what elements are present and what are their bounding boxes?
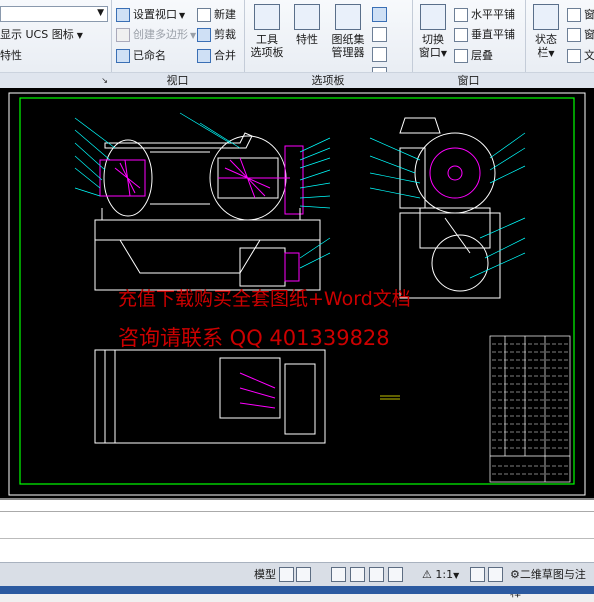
window-right-button-2[interactable]: 窗	[567, 26, 594, 44]
panel-title-status	[525, 72, 594, 88]
set-viewport-button[interactable]: 设置视口 ▼	[116, 6, 185, 24]
text-window-button[interactable]: 文	[567, 47, 594, 65]
leader-lines	[74, 112, 331, 269]
clip-icon	[197, 28, 211, 42]
title-block-rows	[492, 343, 568, 475]
polygon-icon	[116, 28, 130, 42]
fan-detail	[114, 157, 271, 199]
switch-window-button[interactable]: 切换 窗口▼	[416, 4, 450, 60]
annotation-visibility-icon[interactable]	[470, 567, 485, 582]
new-icon	[197, 8, 211, 22]
panel-title-window: 窗口	[412, 72, 525, 88]
markup-icon[interactable]	[372, 27, 387, 42]
showmotion-icon[interactable]	[388, 567, 403, 582]
workspace-switch[interactable]: ⚙二维草图与注释	[510, 566, 594, 599]
sheet-set-icon	[335, 4, 361, 30]
steering-wheel-icon[interactable]	[369, 567, 384, 582]
new-viewport-button[interactable]: 新建	[197, 6, 236, 24]
drawing-canvas[interactable]: 充值下载购买全套图纸+Word文档 咨询请联系 QQ 401339828	[0, 88, 594, 498]
tile-horizontal-icon	[454, 8, 468, 22]
cascade-button[interactable]: 层叠	[454, 47, 493, 65]
tile-vertical-button[interactable]: 垂直平铺	[454, 26, 515, 44]
properties-palette-button[interactable]: 特性	[290, 4, 324, 46]
text-window-icon	[567, 49, 581, 63]
tool-palettes-button[interactable]: 工具 选项板	[248, 4, 286, 59]
tile-horizontal-button[interactable]: 水平平铺	[454, 6, 515, 24]
cascade-icon	[454, 49, 468, 63]
chevron-down-icon: ▼	[179, 11, 186, 20]
pan-icon[interactable]	[331, 567, 346, 582]
named-viewports-button[interactable]: 已命名	[116, 47, 166, 65]
window-icon	[567, 8, 581, 22]
watermark-line-1: 充值下载购买全套图纸+Word文档	[118, 288, 411, 310]
side-view-leaders	[369, 132, 526, 279]
ribbon: ▼ 显示 UCS 图标 ▼ 特性 ↘ 设置视口 ▼ 创建多边形 ▼ 已命名 新建 剪裁…	[0, 0, 594, 122]
chevron-down-icon: ▼	[97, 8, 104, 18]
annotation-scale[interactable]: ⚠ 1:1▼	[422, 566, 459, 584]
panel-title-ucs: ↘	[0, 72, 111, 88]
chevron-down-icon: ▼	[548, 49, 555, 58]
tool-palettes-icon	[254, 4, 280, 30]
sheet-set-manager-button[interactable]: 图纸集 管理器	[328, 4, 368, 59]
model-tab[interactable]: 模型	[254, 566, 276, 584]
zoom-icon[interactable]	[350, 567, 365, 582]
command-window[interactable]	[0, 498, 594, 562]
title-block	[489, 335, 571, 483]
command-history-divider	[0, 511, 594, 512]
join-icon	[197, 49, 211, 63]
small-table-mark	[380, 395, 400, 400]
watermark-line-2: 咨询请联系 QQ 401339828	[118, 326, 390, 350]
gear-icon: ⚙	[510, 568, 520, 581]
ribbon-panel-window: 切换 窗口▼ 水平平铺 垂直平铺 层叠 窗口	[412, 0, 526, 88]
panel-title-viewport: 视口	[111, 72, 244, 88]
chevron-down-icon: ▼	[190, 31, 197, 40]
tile-vertical-icon	[454, 28, 468, 42]
panel-title-palettes: 选项板	[244, 72, 412, 88]
calculator-icon[interactable]	[372, 47, 387, 62]
layout2-icon[interactable]	[296, 567, 311, 582]
top-view	[94, 349, 326, 444]
named-viewport-icon	[116, 49, 130, 63]
command-line-divider	[0, 538, 594, 539]
annotation-icon: ⚠	[422, 568, 432, 581]
clip-viewport-button[interactable]: 剪裁	[197, 26, 236, 44]
dialog-launcher-icon[interactable]: ↘	[101, 73, 108, 88]
status-bar-button[interactable]: 状态 栏▼	[529, 4, 563, 60]
viewport-icon	[116, 8, 130, 22]
chevron-down-icon: ▼	[453, 571, 460, 580]
ucs-properties-button[interactable]: 特性	[0, 47, 22, 65]
ucs-dropdown[interactable]: ▼	[0, 6, 108, 22]
properties-icon	[294, 4, 320, 30]
create-polygonal-button[interactable]: 创建多边形 ▼	[116, 26, 196, 44]
show-ucs-icon-button[interactable]: 显示 UCS 图标 ▼	[0, 26, 83, 44]
ribbon-panel-palettes: 工具 选项板 特性 图纸集 管理器 选项板	[244, 0, 413, 122]
layout-icon[interactable]	[279, 567, 294, 582]
window-right-button[interactable]: 窗	[567, 6, 594, 24]
ribbon-panel-ucs: ▼ 显示 UCS 图标 ▼ 特性 ↘	[0, 0, 112, 88]
ribbon-panel-viewport: 设置视口 ▼ 创建多边形 ▼ 已命名 新建 剪裁 合并 视口	[111, 0, 245, 88]
join-viewport-button[interactable]: 合并	[197, 47, 236, 65]
switch-window-icon	[420, 4, 446, 30]
ribbon-panel-status: 状态 栏▼ 窗 窗 文	[525, 0, 594, 88]
design-center-icon[interactable]	[372, 7, 387, 22]
auto-scale-icon[interactable]	[488, 567, 503, 582]
chevron-down-icon: ▼	[440, 49, 448, 58]
chevron-down-icon: ▼	[76, 31, 83, 40]
front-view	[94, 132, 321, 291]
window-icon	[567, 28, 581, 42]
windows-taskbar	[0, 586, 594, 594]
status-bar: 模型 ⚠ 1:1▼ ⚙二维草图与注释	[0, 562, 594, 599]
status-bar-icon	[533, 4, 559, 30]
